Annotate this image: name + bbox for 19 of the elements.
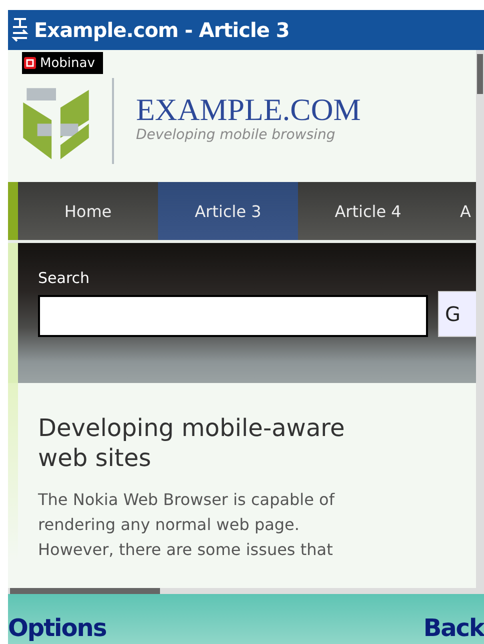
nav-tab[interactable]: Article 3 [194,202,262,220]
search-label: Search [38,269,91,287]
nav-tab[interactable]: Article 4 [334,202,402,220]
go-button[interactable]: G [438,291,476,337]
site-name: EXAMPLE.COM [136,92,361,128]
nav-tab[interactable]: Home [64,202,112,220]
window-title: Example.com - Article 3 [34,18,290,42]
search-field[interactable] [38,295,428,337]
app-icon [24,57,36,69]
article-text: The Nokia Web Browser is capable of rendering any normal web page. However, there are some issues that [38,489,336,561]
accent-stripe [8,182,18,240]
article-heading: Developing mobile-aware web sites [38,413,346,473]
site-tagline: Developing mobile browsing [136,127,336,144]
horizontal-scrollbar[interactable] [8,588,484,594]
badge-label: Mobinav [40,56,95,70]
connection-icon [10,17,30,43]
options-softkey[interactable]: Options [8,614,106,644]
vertical-scrollbar[interactable] [476,50,484,588]
nav-tab[interactable]: A [460,202,471,220]
